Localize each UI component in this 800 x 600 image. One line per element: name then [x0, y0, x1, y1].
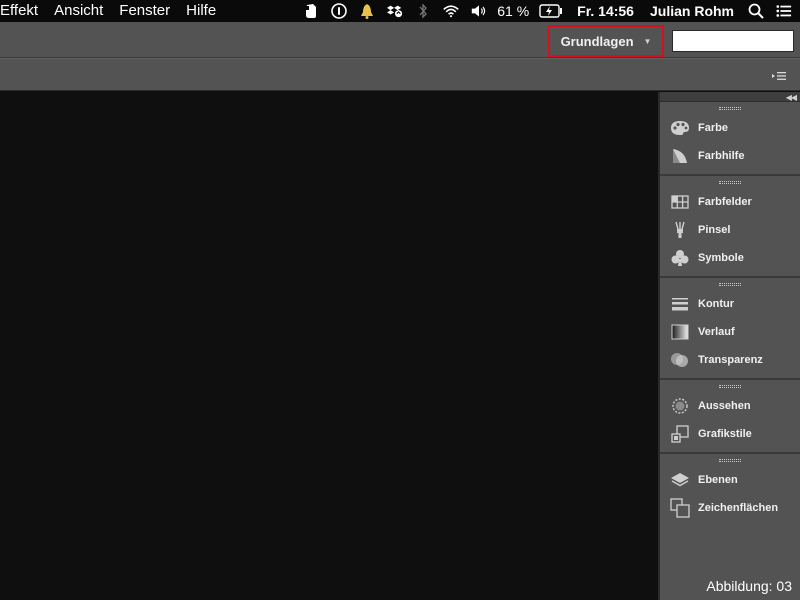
menu-ansicht[interactable]: Ansicht [46, 0, 111, 22]
brush-icon [670, 220, 690, 240]
panel-farbhilfe[interactable]: Farbhilfe [660, 142, 800, 170]
notification-center-icon[interactable] [776, 3, 792, 19]
panel-farbe[interactable]: Farbe [660, 114, 800, 142]
drag-grip[interactable] [660, 380, 800, 392]
menu-effekt[interactable]: Effekt [0, 0, 46, 22]
layers-icon [670, 470, 690, 490]
graphic-styles-icon [670, 424, 690, 444]
panel-label: Farbhilfe [698, 150, 745, 162]
menu-fenster[interactable]: Fenster [111, 0, 178, 22]
volume-icon[interactable] [471, 3, 487, 19]
swatches-icon [670, 192, 690, 212]
transparency-icon [670, 350, 690, 370]
application-bar: Grundlagen ▼ [0, 22, 800, 58]
panel-dock: ◀◀ Farbe Farbhilfe Farbfelder Pinsel Sym… [658, 92, 800, 600]
clock[interactable]: Fr. 14:56 [569, 0, 642, 22]
gradient-icon [670, 322, 690, 342]
panel-group-5: Ebenen Zeichenflächen [660, 454, 800, 526]
panel-label: Farbfelder [698, 196, 752, 208]
user-name[interactable]: Julian Rohm [642, 0, 742, 22]
panel-farbfelder[interactable]: Farbfelder [660, 188, 800, 216]
battery-percent: 61 % [497, 3, 530, 19]
panel-label: Verlauf [698, 326, 735, 338]
panel-label: Aussehen [698, 400, 751, 412]
panel-ebenen[interactable]: Ebenen [660, 466, 800, 494]
panel-group-2: Farbfelder Pinsel Symbole [660, 176, 800, 278]
panel-zeichenflaechen[interactable]: Zeichenflächen [660, 494, 800, 522]
panel-label: Farbe [698, 122, 728, 134]
panel-symbole[interactable]: Symbole [660, 244, 800, 272]
panel-transparenz[interactable]: Transparenz [660, 346, 800, 374]
panel-menu-icon[interactable] [772, 69, 786, 81]
wifi-icon[interactable] [443, 3, 459, 19]
document-canvas[interactable] [0, 92, 658, 600]
artboards-icon [670, 498, 690, 518]
panel-group-3: Kontur Verlauf Transparenz [660, 278, 800, 380]
app-menus: Effekt Ansicht Fenster Hilfe [0, 0, 224, 22]
bluetooth-icon[interactable] [415, 3, 431, 19]
panel-label: Ebenen [698, 474, 738, 486]
panel-label: Grafikstile [698, 428, 752, 440]
panel-label: Kontur [698, 298, 735, 310]
panel-grafikstile[interactable]: Grafikstile [660, 420, 800, 448]
figure-caption: Abbildung: 03 [706, 578, 792, 594]
battery-charging-icon[interactable] [539, 3, 563, 19]
palette-icon [670, 118, 690, 138]
panel-kontur[interactable]: Kontur [660, 290, 800, 318]
panel-label: Pinsel [698, 224, 731, 236]
drag-grip[interactable] [660, 176, 800, 188]
collapse-panels-icon[interactable]: ◀◀ [786, 93, 797, 102]
club-symbol-icon [670, 248, 690, 268]
panel-label: Symbole [698, 252, 744, 264]
appearance-icon [670, 396, 690, 416]
dock-header: ◀◀ [660, 92, 800, 102]
workspace-label: Grundlagen [560, 33, 634, 49]
panel-label: Transparenz [698, 354, 763, 366]
panel-group-1: Farbe Farbhilfe [660, 102, 800, 176]
spotlight-search-icon[interactable] [748, 3, 764, 19]
panel-verlauf[interactable]: Verlauf [660, 318, 800, 346]
stroke-lines-icon [670, 294, 690, 314]
drag-grip[interactable] [660, 454, 800, 466]
menu-bar-status-area: 61 % Fr. 14:56 Julian Rohm [297, 0, 800, 22]
dropbox-sync-icon[interactable] [387, 3, 403, 19]
panel-pinsel[interactable]: Pinsel [660, 216, 800, 244]
search-input[interactable] [672, 30, 794, 52]
panel-label: Zeichenflächen [698, 502, 779, 514]
menu-hilfe[interactable]: Hilfe [178, 0, 224, 22]
drag-grip[interactable] [660, 278, 800, 290]
info-circle-icon[interactable] [331, 3, 348, 19]
bell-icon[interactable] [359, 3, 375, 19]
evernote-icon[interactable] [303, 3, 319, 19]
workspace-switcher[interactable]: Grundlagen ▼ [548, 25, 664, 57]
chevron-down-icon: ▼ [643, 36, 652, 46]
drag-grip[interactable] [660, 102, 800, 114]
macos-menu-bar: Effekt Ansicht Fenster Hilfe 61 % Fr. 14… [0, 0, 800, 22]
control-panel-bar [0, 58, 800, 91]
panel-aussehen[interactable]: Aussehen [660, 392, 800, 420]
panel-group-4: Aussehen Grafikstile [660, 380, 800, 454]
color-guide-icon [670, 146, 690, 166]
